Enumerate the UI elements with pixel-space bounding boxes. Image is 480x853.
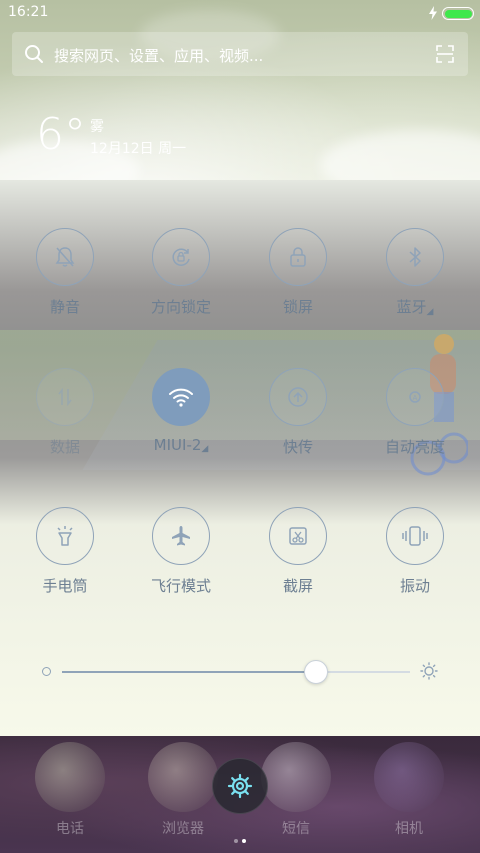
settings-gear-icon [227, 773, 253, 799]
toggle-wifi[interactable]: MIUI-2◢ [126, 368, 236, 454]
mobile-data-icon [58, 387, 72, 407]
scan-icon[interactable] [436, 45, 454, 63]
dock-app-label: 浏览器 [162, 821, 204, 837]
brightness-fill [62, 671, 317, 673]
toggle-vibrate[interactable]: 振动 [360, 507, 470, 596]
submenu-arrow-icon: ◢ [201, 444, 209, 454]
weather-condition: 雾 [90, 119, 104, 135]
svg-text:A: A [413, 395, 418, 402]
page-indicator [232, 828, 252, 843]
page-dot-active [242, 839, 246, 843]
toggle-mobile-data-circle[interactable] [36, 368, 94, 426]
battery-icon [442, 7, 474, 20]
toggle-flashlight-circle[interactable] [36, 507, 94, 565]
screenshot-icon [289, 527, 307, 545]
toggle-screenshot[interactable]: 截屏 [243, 507, 353, 596]
toggle-wifi-text: MIUI-2 [153, 436, 202, 454]
toggle-auto-brightness-label: 自动亮度 [384, 438, 445, 456]
toggle-silent[interactable]: 静音 [10, 228, 120, 317]
toggle-airplane-circle[interactable] [152, 507, 210, 565]
toggle-lock-screen-circle[interactable] [269, 228, 327, 286]
toggle-rotation-lock-label: 方向锁定 [150, 298, 211, 316]
search-icon [25, 45, 43, 63]
toggle-silent-label: 静音 [49, 298, 80, 316]
browser-app-icon[interactable] [148, 742, 218, 812]
toggle-lock-screen-label: 锁屏 [282, 298, 313, 316]
toggle-lock-screen[interactable]: 锁屏 [243, 228, 353, 317]
bluetooth-icon [409, 247, 421, 267]
rotation-lock-icon [172, 248, 190, 266]
toggle-rotation-lock[interactable]: 方向锁定 [126, 228, 236, 317]
toggle-rotation-lock-circle[interactable] [152, 228, 210, 286]
toggle-flashlight[interactable]: 手电筒 [10, 507, 120, 596]
toggle-wifi-circle[interactable] [152, 368, 210, 426]
dock-app-label: 相机 [395, 821, 423, 837]
dock-app-label: 电话 [56, 821, 84, 837]
toggle-vibrate-label: 振动 [399, 577, 430, 595]
toggle-bluetooth[interactable]: 蓝牙◢ [360, 228, 470, 317]
settings-button[interactable] [212, 758, 268, 814]
toggle-silent-circle[interactable] [36, 228, 94, 286]
toggle-bluetooth-text: 蓝牙 [396, 298, 427, 316]
toggle-quick-transfer-label: 快传 [282, 438, 313, 456]
search-placeholder[interactable]: 搜索网页、设置、应用、视频... [54, 45, 263, 66]
brightness-low-icon [42, 667, 51, 676]
weather-date: 12月12日 周一 [90, 141, 187, 157]
toggle-quick-transfer-circle[interactable] [269, 368, 327, 426]
quick-transfer-icon [288, 387, 308, 407]
brightness-slider-thumb[interactable] [304, 660, 329, 684]
lock-icon [290, 247, 306, 267]
toggle-vibrate-circle[interactable] [386, 507, 444, 565]
weather-temperature[interactable]: 6° [36, 110, 86, 160]
wallpaper-cloud [320, 130, 480, 180]
toggle-mobile-data-label: 数据 [49, 438, 80, 456]
brightness-slider[interactable] [62, 660, 410, 684]
search-bar[interactable]: 搜索网页、设置、应用、视频... [12, 32, 468, 76]
home-dock: 电话 浏览器 短信 相机 [0, 736, 480, 853]
toggle-screenshot-circle[interactable] [269, 507, 327, 565]
toggle-quick-transfer[interactable]: 快传 [243, 368, 353, 457]
toggle-bluetooth-label: 蓝牙◢ [360, 296, 470, 317]
dock-app-camera[interactable]: 相机 [364, 742, 454, 838]
auto-brightness-icon: A [409, 391, 421, 403]
airplane-icon [172, 526, 190, 546]
phone-app-icon[interactable] [35, 742, 105, 812]
camera-app-icon[interactable] [374, 742, 444, 812]
toggle-wifi-label: MIUI-2◢ [126, 436, 236, 454]
toggle-airplane[interactable]: 飞行模式 [126, 507, 236, 596]
dock-app-label: 短信 [282, 821, 310, 837]
flashlight-icon [57, 526, 73, 546]
toggle-auto-brightness[interactable]: A 自动亮度 [360, 368, 470, 457]
wifi-icon [169, 388, 193, 407]
submenu-arrow-icon: ◢ [426, 307, 434, 317]
status-time: 16:21 [8, 4, 49, 20]
charging-icon [429, 6, 437, 20]
status-bar: 16:21 [0, 0, 480, 26]
dock-app-phone[interactable]: 电话 [25, 742, 115, 838]
toggle-bluetooth-circle[interactable] [386, 228, 444, 286]
bell-off-icon [55, 247, 75, 267]
messages-app-icon[interactable] [261, 742, 331, 812]
page-dot [234, 839, 238, 843]
toggle-airplane-label: 飞行模式 [150, 577, 211, 595]
control-center-panel: 静音 方向锁定 锁屏 蓝牙◢ 数据 MIUI-2◢ 快传 A 自动亮度 手电筒 … [0, 180, 480, 736]
toggle-auto-brightness-circle[interactable]: A [386, 368, 444, 426]
toggle-screenshot-label: 截屏 [282, 577, 313, 595]
toggle-mobile-data[interactable]: 数据 [10, 368, 120, 457]
toggle-flashlight-label: 手电筒 [42, 577, 88, 595]
wallpaper-header: 16:21 搜索网页、设置、应用、视频... 6° 雾 12月12日 周一 [0, 0, 480, 180]
vibrate-icon [402, 526, 428, 546]
brightness-high-icon [420, 662, 438, 680]
battery-fill [444, 9, 472, 18]
